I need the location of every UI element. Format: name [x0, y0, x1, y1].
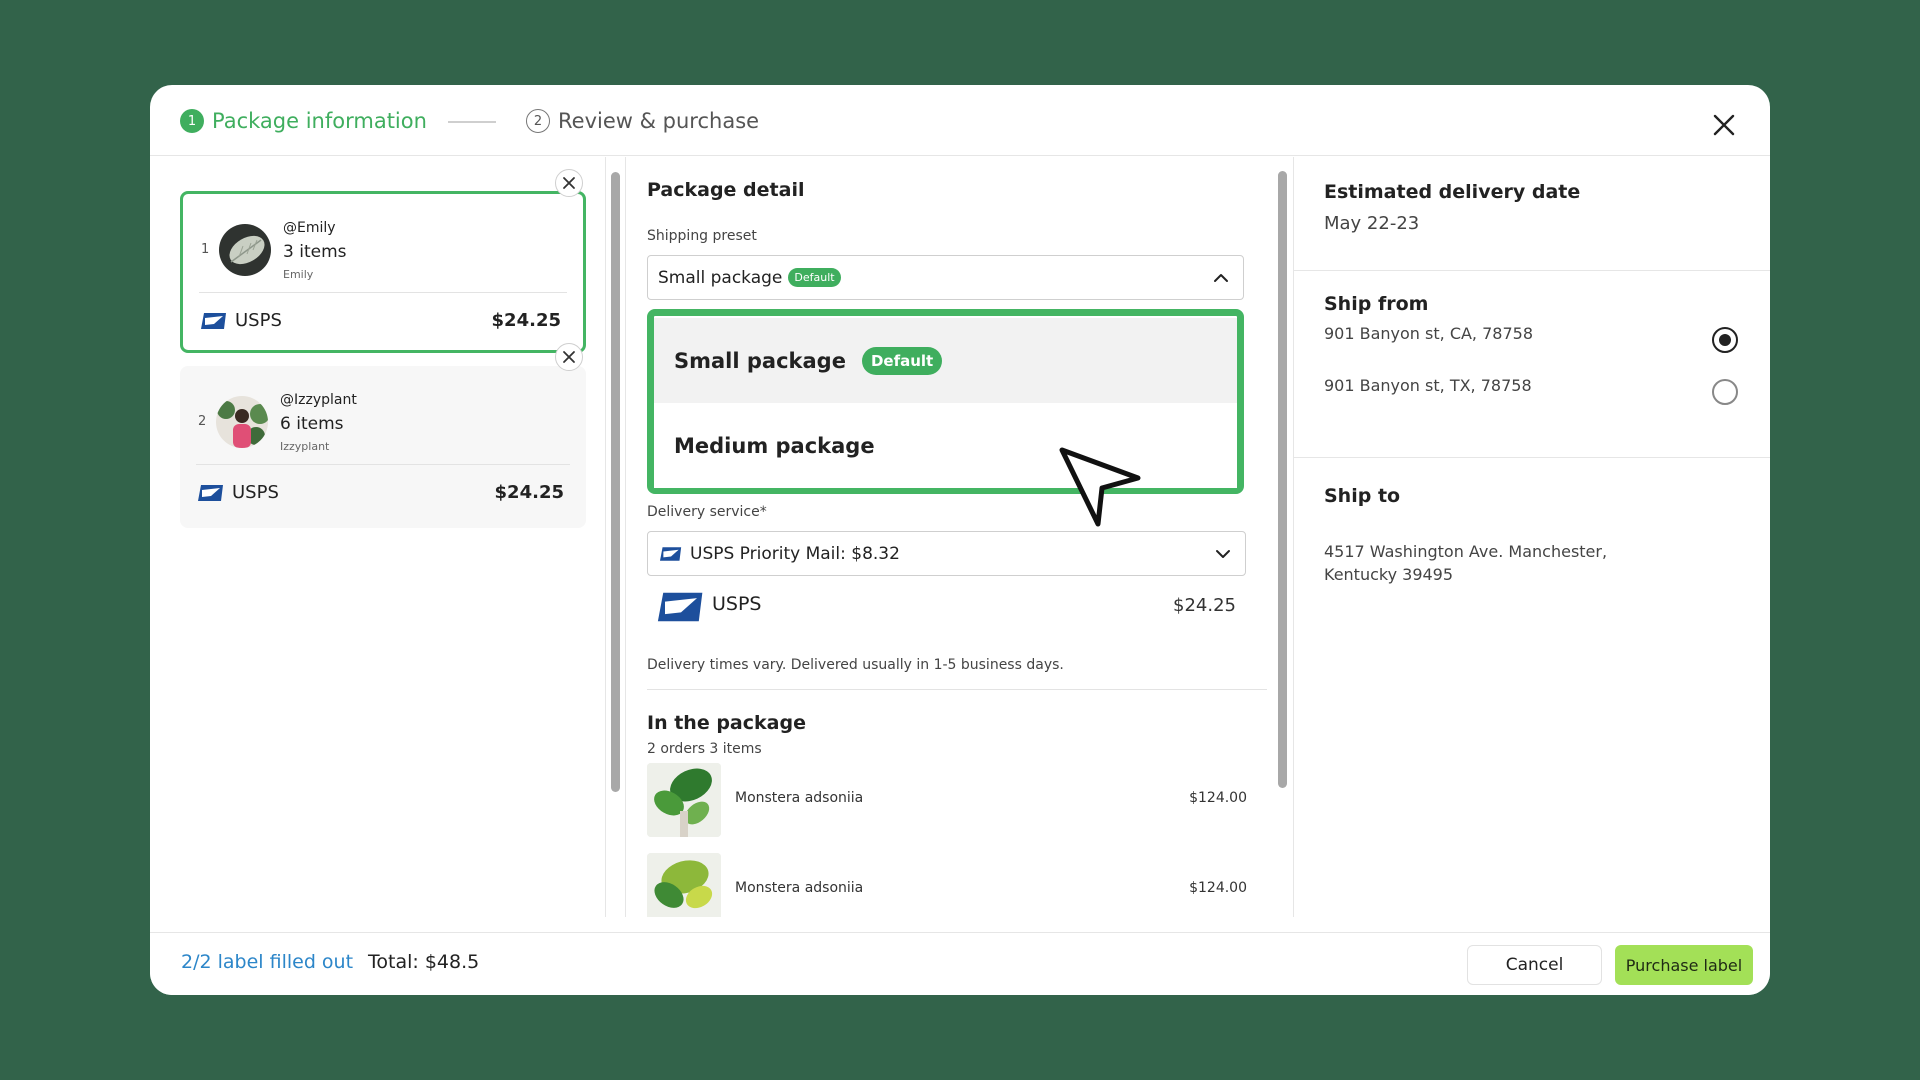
- labels-filled-link[interactable]: 2/2 label filled out: [181, 951, 353, 973]
- option-label: Medium package: [674, 433, 875, 458]
- usps-logo-icon: [201, 312, 226, 329]
- detail-scrollbar[interactable]: [1278, 171, 1287, 788]
- product-row: Monstera adsoniia $124.00: [647, 853, 1247, 917]
- delivery-service-select[interactable]: USPS Priority Mail: $8.32: [647, 531, 1246, 576]
- divider: [1294, 457, 1770, 458]
- carrier-name: USPS: [712, 593, 762, 615]
- step-package-information[interactable]: 1 Package information: [180, 109, 427, 133]
- usps-logo-icon: [657, 592, 703, 622]
- package-card[interactable]: 2 @Izzyplant 6 items Izzyplant USPS $24.…: [180, 366, 586, 528]
- ship-from-address: 901 Banyon st, CA, 78758: [1324, 324, 1533, 343]
- package-username: @Emily: [283, 220, 336, 236]
- package-username: @Izzyplant: [280, 392, 357, 408]
- shipping-label-modal: 1 Package information 2 Review & purchas…: [150, 85, 1770, 995]
- close-icon: [563, 177, 575, 189]
- chevron-down-icon: [1216, 550, 1230, 558]
- section-title: Package detail: [647, 179, 805, 201]
- package-index: 1: [201, 242, 210, 257]
- option-label: Small package: [674, 348, 846, 373]
- chevron-up-icon: [1214, 274, 1228, 282]
- order-total: Total: $48.5: [368, 951, 480, 973]
- divider: [647, 689, 1267, 690]
- select-value: USPS Priority Mail: $8.32: [690, 543, 900, 564]
- close-icon[interactable]: [1710, 111, 1738, 139]
- product-row: Monstera adsoniia $124.00: [647, 763, 1247, 837]
- divider: [196, 464, 570, 465]
- ship-to-address-line: Kentucky 39495: [1324, 565, 1454, 584]
- package-detail: Package detail Shipping preset Small pac…: [626, 157, 1276, 917]
- preset-option-medium[interactable]: Medium package: [654, 403, 1237, 488]
- package-index: 2: [198, 414, 207, 429]
- purchase-label-button[interactable]: Purchase label: [1615, 945, 1753, 985]
- step-number: 1: [180, 109, 204, 133]
- field-label: Shipping preset: [647, 228, 757, 244]
- product-price: $124.00: [1189, 880, 1247, 896]
- modal-header: 1 Package information 2 Review & purchas…: [150, 85, 1770, 156]
- modal-footer: 2/2 label filled out Total: $48.5 Cancel…: [150, 932, 1770, 995]
- remove-package-button[interactable]: [555, 169, 583, 197]
- avatar: [216, 396, 268, 448]
- ship-from-radio[interactable]: [1712, 379, 1738, 405]
- ship-from-address: 901 Banyon st, TX, 78758: [1324, 376, 1532, 395]
- ship-to-address-line: 4517 Washington Ave. Manchester,: [1324, 542, 1608, 561]
- step-review-purchase[interactable]: 2 Review & purchase: [526, 109, 759, 133]
- package-carrier: USPS: [201, 310, 282, 331]
- divider: [199, 292, 567, 293]
- default-badge: Default: [788, 268, 841, 287]
- field-label: Delivery service*: [647, 504, 767, 520]
- pane-divider: [605, 157, 606, 917]
- section-title: Ship from: [1324, 293, 1429, 315]
- package-item-count: 6 items: [280, 414, 344, 434]
- section-title: Estimated delivery date: [1324, 181, 1581, 203]
- carrier-name: USPS: [232, 482, 279, 503]
- carrier-summary: USPS $24.25: [656, 587, 1236, 627]
- package-name: Izzyplant: [280, 440, 330, 453]
- package-list: 1 @Emily 3 items Emily USPS $24.25 2 @Iz…: [150, 157, 605, 917]
- remove-package-button[interactable]: [555, 343, 583, 371]
- divider: [1294, 270, 1770, 271]
- package-item-count: 3 items: [283, 242, 347, 262]
- step-label: Review & purchase: [558, 109, 760, 133]
- package-price: $24.25: [494, 482, 564, 503]
- section-title: In the package: [647, 712, 806, 734]
- step-number: 2: [526, 109, 550, 133]
- select-value: Small package: [658, 267, 783, 288]
- section-title: Ship to: [1324, 485, 1401, 507]
- package-list-scrollbar[interactable]: [611, 172, 620, 792]
- product-name: Monstera adsoniia: [735, 790, 864, 806]
- shipping-preset-select[interactable]: Small package Default: [647, 255, 1244, 300]
- ship-from-radio[interactable]: [1712, 327, 1738, 353]
- product-price: $124.00: [1189, 790, 1247, 806]
- product-name: Monstera adsoniia: [735, 880, 864, 896]
- shipping-summary: Estimated delivery date May 22-23 Ship f…: [1294, 157, 1770, 917]
- delivery-date: May 22-23: [1324, 213, 1420, 234]
- package-carrier: USPS: [198, 482, 279, 503]
- package-card[interactable]: 1 @Emily 3 items Emily USPS $24.25: [180, 191, 586, 353]
- package-price: $24.25: [491, 310, 561, 331]
- cancel-button[interactable]: Cancel: [1467, 945, 1602, 985]
- carrier-name: USPS: [235, 310, 282, 331]
- preset-option-small[interactable]: Small package Default: [654, 318, 1237, 403]
- delivery-note: Delivery times vary. Delivered usually i…: [647, 657, 1064, 673]
- usps-logo-icon: [660, 546, 682, 561]
- product-thumbnail: [647, 763, 721, 837]
- product-thumbnail: [647, 853, 721, 917]
- avatar: [219, 224, 271, 276]
- carrier-price: $24.25: [1173, 595, 1236, 616]
- package-name: Emily: [283, 268, 314, 281]
- step-label: Package information: [212, 109, 427, 133]
- usps-logo-icon: [198, 484, 223, 501]
- section-subtitle: 2 orders 3 items: [647, 741, 762, 757]
- close-icon: [563, 351, 575, 363]
- default-badge: Default: [861, 346, 943, 375]
- step-connector: [448, 121, 496, 123]
- shipping-preset-dropdown: Small package Default Medium package: [647, 309, 1244, 494]
